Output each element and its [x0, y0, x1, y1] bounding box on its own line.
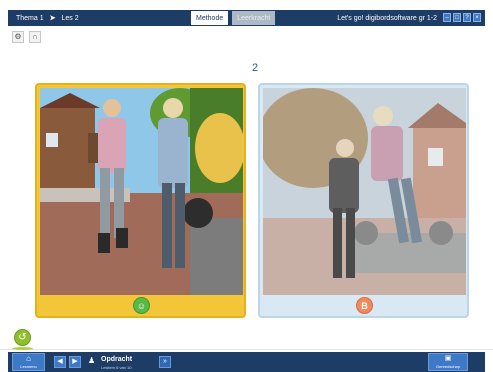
- house-right: [413, 123, 466, 223]
- gereedschap-button[interactable]: ▣ Gereedschap: [428, 353, 468, 371]
- opdracht-subtitle: Lesitem 6 van 10: [101, 365, 132, 370]
- boy-head: [373, 106, 393, 126]
- opdracht-title: Opdracht: [101, 356, 133, 363]
- help-icon[interactable]: ?: [463, 13, 471, 22]
- photo-a-illustration: [40, 88, 243, 295]
- page-number: 2: [251, 62, 259, 74]
- answer-button-b[interactable]: B: [356, 297, 373, 314]
- woman-leg-right: [346, 208, 355, 278]
- woman-body: [329, 158, 359, 213]
- lesmenu-label: Lesmenu: [20, 364, 37, 369]
- boy-leg-left: [162, 183, 172, 268]
- wall-right: [190, 218, 243, 295]
- woman-body: [98, 118, 126, 173]
- answer-card-a[interactable]: ☺: [35, 83, 246, 318]
- window-left: [46, 133, 58, 147]
- woman-leg-right: [114, 168, 124, 238]
- breadcrumb: Thema 1 ➤ Les 2: [16, 14, 85, 23]
- woman-head: [103, 99, 121, 117]
- close-icon[interactable]: ×: [473, 13, 481, 22]
- woman-leg-left: [100, 168, 110, 238]
- restore-icon[interactable]: □: [453, 13, 461, 22]
- boy-head: [163, 98, 183, 118]
- photo-woman-and-boy-jumping: [263, 88, 466, 295]
- handbag: [88, 133, 98, 163]
- woman-head: [336, 139, 354, 157]
- breadcrumb-separator-icon: ➤: [49, 15, 56, 22]
- woman-boot-right: [116, 228, 128, 248]
- minimize-icon[interactable]: –: [443, 13, 451, 22]
- house-left: [40, 108, 95, 198]
- headphones-icon[interactable]: ∩: [29, 31, 41, 43]
- footer-divider: [0, 349, 493, 350]
- top-bar: Thema 1 ➤ Les 2 Methode Leerkracht Let's…: [8, 10, 485, 26]
- boy-leg-right: [175, 183, 185, 268]
- chevron-left-icon[interactable]: ◀: [54, 356, 66, 368]
- toolbox-icon: ▣: [444, 355, 452, 362]
- woman-boot-left: [98, 233, 110, 253]
- stone-ball-right: [429, 221, 453, 245]
- photo-woman-and-boy-street: [40, 88, 243, 295]
- lesmenu-button[interactable]: ⌂ Lesmenu: [12, 353, 45, 371]
- gereedschap-label: Gereedschap: [435, 364, 460, 369]
- tab-bar: Methode Leerkracht: [191, 11, 279, 25]
- gear-icon[interactable]: ⚙: [12, 31, 24, 43]
- app-title: Let's go! digibordsoftware gr 1-2: [337, 14, 437, 22]
- bottom-bar: ⌂ Lesmenu ◀ ▶ ♟ Opdracht Lesitem 6 van 1…: [8, 352, 485, 372]
- people-icon: ♟: [88, 356, 96, 365]
- boy-body: [158, 118, 188, 188]
- breadcrumb-thema[interactable]: Thema 1: [16, 15, 44, 22]
- answer-button-a[interactable]: ☺: [133, 297, 150, 314]
- boy-body: [371, 126, 403, 181]
- stone-ball-left: [354, 221, 378, 245]
- photo-b-illustration: [263, 88, 466, 295]
- window-controls: – □ ? ×: [441, 13, 481, 22]
- window-right: [428, 148, 443, 166]
- tab-methode[interactable]: Methode: [191, 11, 229, 25]
- woman-leg-left: [333, 208, 342, 278]
- tab-leerkracht[interactable]: Leerkracht: [232, 11, 276, 25]
- app-window: Thema 1 ➤ Les 2 Methode Leerkracht Let's…: [0, 0, 493, 372]
- home-icon: ⌂: [26, 354, 31, 363]
- yellow-bush: [195, 113, 243, 183]
- refresh-button-shadow: [12, 347, 33, 350]
- answer-card-b[interactable]: B: [258, 83, 469, 318]
- double-chevron-right-icon[interactable]: »: [159, 356, 171, 368]
- breadcrumb-les[interactable]: Les 2: [62, 15, 79, 22]
- stone-ball: [183, 198, 213, 228]
- chevron-right-icon[interactable]: ▶: [69, 356, 81, 368]
- replay-icon[interactable]: ↺: [14, 329, 31, 346]
